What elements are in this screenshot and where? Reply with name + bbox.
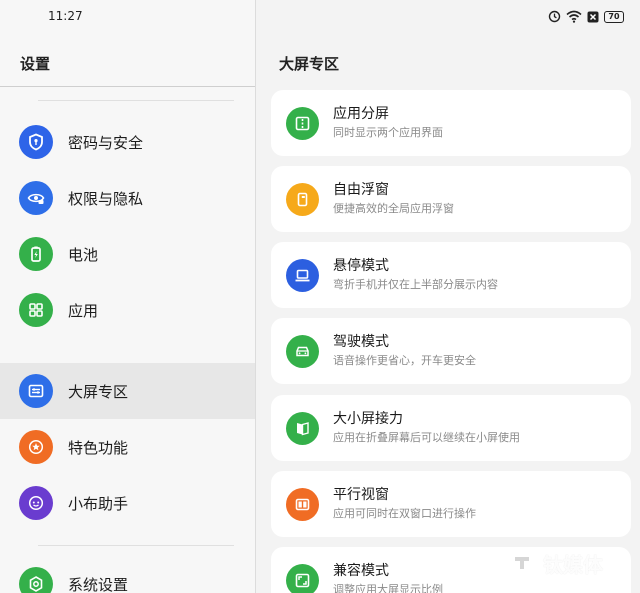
sidebar-item-label: 大屏专区 bbox=[68, 382, 129, 401]
setting-card-floating-window[interactable]: 自由浮窗 便捷高效的全局应用浮窗 bbox=[271, 166, 631, 232]
card-subtitle: 调整应用大屏显示比例 bbox=[333, 583, 443, 593]
card-title: 驾驶模式 bbox=[333, 334, 389, 350]
sidebar-header-divider bbox=[0, 86, 255, 87]
watermark-text: 钛媒体 bbox=[543, 552, 603, 577]
sidebar-divider bbox=[38, 545, 234, 546]
setting-card-driving-mode[interactable]: 驾驶模式 语音操作更省心，开车更安全 bbox=[271, 318, 631, 384]
setting-card-flex-mode[interactable]: 悬停模式 弯折手机并仅在上半部分展示内容 bbox=[271, 242, 631, 308]
card-subtitle: 应用在折叠屏幕后可以继续在小屏使用 bbox=[333, 431, 520, 444]
card-title: 悬停模式 bbox=[333, 258, 389, 274]
setting-card-screen-relay[interactable]: 大小屏接力 应用在折叠屏幕后可以继续在小屏使用 bbox=[271, 395, 631, 461]
parallel-window-icon bbox=[286, 487, 319, 521]
card-title: 应用分屏 bbox=[333, 106, 389, 122]
fold-book-icon bbox=[286, 411, 319, 445]
watermark: 钛媒体 bbox=[507, 548, 603, 578]
sidebar-item-label: 系统设置 bbox=[68, 575, 129, 593]
alarm-icon bbox=[548, 10, 561, 23]
apps-grid-icon bbox=[19, 293, 53, 327]
sidebar-divider bbox=[38, 100, 234, 101]
car-icon bbox=[286, 334, 319, 368]
settings-sidebar: 11:27 设置 密码与安全 权限与隐私 电池 应用 大屏专区 特色功能 小布助… bbox=[0, 0, 256, 593]
wifi-icon bbox=[566, 10, 582, 23]
star-icon bbox=[19, 430, 53, 464]
sidebar-item-label: 密码与安全 bbox=[68, 133, 144, 152]
battery-charging-icon bbox=[19, 237, 53, 271]
card-title: 大小屏接力 bbox=[333, 411, 403, 427]
battery-icon: 70 bbox=[604, 10, 624, 23]
sidebar-item-system-settings[interactable]: 系统设置 bbox=[0, 556, 255, 593]
card-subtitle: 弯折手机并仅在上半部分展示内容 bbox=[333, 278, 498, 291]
watermark-logo-icon bbox=[507, 548, 537, 578]
sidebar-item-label: 权限与隐私 bbox=[68, 189, 144, 208]
sidebar-title: 设置 bbox=[20, 55, 51, 73]
card-title: 自由浮窗 bbox=[333, 182, 389, 198]
status-icons: 70 bbox=[548, 10, 624, 23]
floating-window-icon bbox=[286, 182, 319, 216]
split-screen-icon bbox=[286, 106, 319, 140]
card-subtitle: 便捷高效的全局应用浮窗 bbox=[333, 202, 454, 215]
sidebar-item-battery[interactable]: 电池 bbox=[0, 226, 255, 282]
sidebar-item-label: 小布助手 bbox=[68, 494, 129, 513]
setting-card-parallel-window[interactable]: 平行视窗 应用可同时在双窗口进行操作 bbox=[271, 471, 631, 537]
sidebar-item-assistant[interactable]: 小布助手 bbox=[0, 475, 255, 531]
page-title: 大屏专区 bbox=[279, 55, 340, 73]
sidebar-item-permissions-privacy[interactable]: 权限与隐私 bbox=[0, 170, 255, 226]
sliders-icon bbox=[19, 374, 53, 408]
shield-icon bbox=[19, 125, 53, 159]
sidebar-item-label: 电池 bbox=[68, 245, 99, 264]
aspect-ratio-icon bbox=[286, 563, 319, 593]
status-time: 11:27 bbox=[48, 9, 83, 23]
sidebar-item-features[interactable]: 特色功能 bbox=[0, 419, 255, 475]
card-subtitle: 同时显示两个应用界面 bbox=[333, 126, 443, 139]
sidebar-item-apps[interactable]: 应用 bbox=[0, 282, 255, 338]
eye-lock-icon bbox=[19, 181, 53, 215]
card-subtitle: 应用可同时在双窗口进行操作 bbox=[333, 507, 476, 520]
sidebar-item-label: 特色功能 bbox=[68, 438, 129, 457]
assistant-icon bbox=[19, 486, 53, 520]
sidebar-item-password-security[interactable]: 密码与安全 bbox=[0, 114, 255, 170]
sidebar-item-label: 应用 bbox=[68, 301, 99, 320]
system-gear-icon bbox=[19, 567, 53, 593]
sidebar-item-large-screen[interactable]: 大屏专区 bbox=[0, 363, 255, 419]
card-title: 兼容模式 bbox=[333, 563, 389, 579]
sim-off-icon bbox=[587, 11, 599, 22]
setting-card-split-screen[interactable]: 应用分屏 同时显示两个应用界面 bbox=[271, 90, 631, 156]
card-subtitle: 语音操作更省心，开车更安全 bbox=[333, 354, 476, 367]
card-title: 平行视窗 bbox=[333, 487, 389, 503]
laptop-icon bbox=[286, 258, 319, 292]
